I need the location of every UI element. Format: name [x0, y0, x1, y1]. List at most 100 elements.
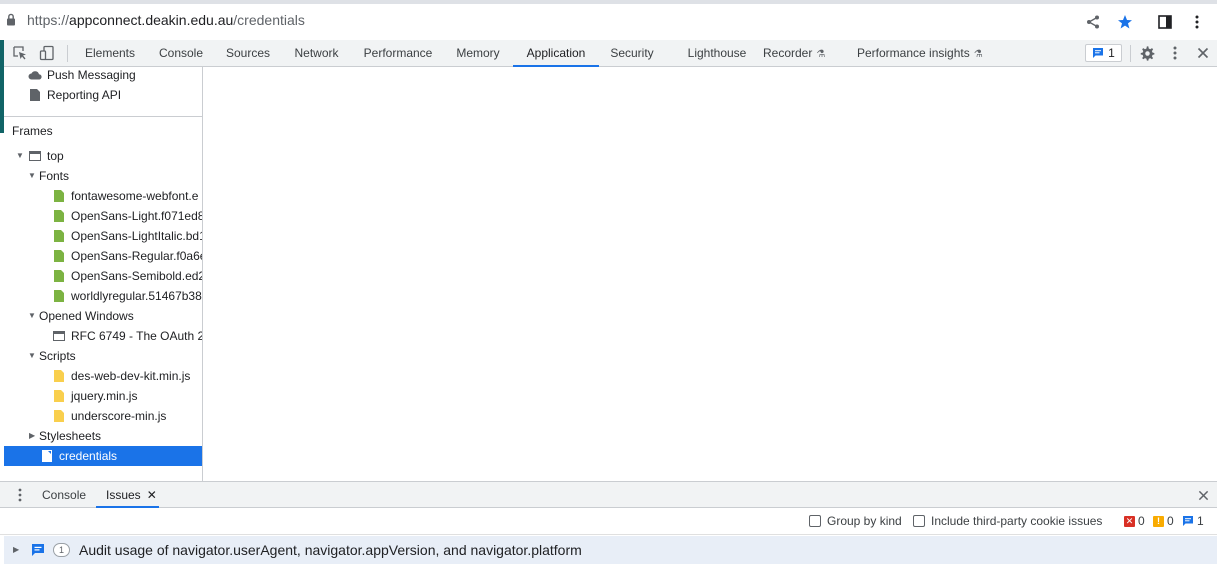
tree-item-label: OpenSans-Regular.f0a6e — [71, 249, 203, 263]
close-drawer-icon[interactable] — [1195, 487, 1211, 503]
tree-item-scripts[interactable]: ▼ Scripts — [4, 346, 202, 366]
warning-count[interactable]: ! 0 — [1153, 514, 1174, 528]
include-third-party-checkbox[interactable] — [913, 515, 925, 527]
group-by-kind-checkbox[interactable] — [809, 515, 821, 527]
include-third-party-label: Include third-party cookie issues — [931, 514, 1103, 528]
frame-icon — [28, 149, 42, 163]
tree-item-script[interactable]: underscore-min.js — [4, 406, 202, 426]
tab-recorder[interactable]: Recorder ⚗ — [763, 40, 839, 67]
tree-item-font[interactable]: worldlyregular.51467b38 — [4, 286, 202, 306]
url-path: /credentials — [233, 12, 305, 28]
tree-item-label: fontawesome-webfont.e — [71, 189, 199, 203]
drawer-menu-icon[interactable] — [12, 487, 28, 503]
error-count[interactable]: ✕ 0 — [1124, 514, 1145, 528]
tab-console[interactable]: Console — [151, 40, 211, 67]
drawer-tab-issues-label: Issues — [106, 488, 141, 502]
warning-count-value: 0 — [1167, 514, 1174, 528]
font-file-icon — [52, 189, 66, 203]
inspect-element-icon[interactable] — [11, 44, 29, 62]
close-tab-icon[interactable]: ✕ — [147, 488, 157, 502]
issues-toolbar: Group by kind Include third-party cookie… — [0, 508, 1217, 535]
expand-triangle-icon[interactable]: ▼ — [28, 346, 38, 366]
tree-item-top-frame[interactable]: ▼ top — [4, 146, 202, 166]
tree-item-label: Opened Windows — [39, 309, 134, 323]
collapsed-triangle-icon[interactable]: ▶ — [29, 426, 39, 446]
issue-title: Audit usage of navigator.userAgent, navi… — [79, 542, 582, 558]
sidebar-item-push-messaging[interactable]: Push Messaging — [4, 67, 202, 85]
tab-application[interactable]: Application — [513, 40, 599, 67]
url-host: appconnect.deakin.edu.au — [69, 12, 234, 28]
tree-item-label: RFC 6749 - The OAuth 2. — [71, 329, 203, 343]
browser-menu-icon[interactable] — [1185, 10, 1209, 34]
tab-security[interactable]: Security — [603, 40, 661, 67]
tree-item-window[interactable]: RFC 6749 - The OAuth 2. — [4, 326, 203, 346]
issues-counter-button[interactable]: 1 — [1085, 44, 1122, 62]
tree-item-opened-windows[interactable]: ▼ Opened Windows — [4, 306, 202, 326]
device-toolbar-icon[interactable] — [38, 44, 56, 62]
flask-icon: ⚗ — [973, 49, 983, 60]
url-text[interactable]: https://appconnect.deakin.edu.au/credent… — [27, 12, 305, 28]
tree-item-font[interactable]: fontawesome-webfont.e — [4, 186, 202, 206]
tree-item-font[interactable]: OpenSans-LightItalic.bd1 — [4, 226, 203, 246]
error-count-value: 0 — [1138, 514, 1145, 528]
issue-count-badge: 1 — [53, 543, 70, 557]
tree-item-label: worldlyregular.51467b38 — [71, 289, 202, 303]
tab-sources[interactable]: Sources — [219, 40, 277, 67]
message-icon — [32, 544, 44, 556]
tree-item-fonts[interactable]: ▼ Fonts — [4, 166, 202, 186]
info-count[interactable]: 1 — [1182, 514, 1204, 528]
tree-item-font[interactable]: OpenSans-Semibold.ed2 — [4, 266, 202, 286]
expand-triangle-icon[interactable]: ▶ — [13, 545, 19, 554]
toolbar-divider — [67, 45, 68, 62]
tab-performance-insights-label: Performance insights — [857, 46, 970, 60]
tree-item-label: credentials — [59, 449, 118, 463]
tree-item-label: OpenSans-Light.f071ed8 — [71, 209, 203, 223]
drawer-toolbar: Console Issues ✕ — [0, 481, 1217, 508]
tab-memory[interactable]: Memory — [448, 40, 508, 67]
font-file-icon — [52, 249, 66, 263]
tree-item-script[interactable]: jquery.min.js — [4, 386, 202, 406]
settings-gear-icon[interactable] — [1138, 44, 1156, 62]
bookmark-star-icon[interactable] — [1113, 10, 1137, 34]
font-file-icon — [52, 289, 66, 303]
tree-item-script[interactable]: des-web-dev-kit.min.js — [4, 366, 202, 386]
drawer-tab-console[interactable]: Console — [42, 482, 86, 508]
tab-performance-insights[interactable]: Performance insights ⚗ — [857, 40, 1002, 67]
script-file-icon — [52, 409, 66, 423]
tab-lighthouse[interactable]: Lighthouse — [679, 40, 755, 67]
tree-item-label: Stylesheets — [39, 429, 102, 443]
script-file-icon — [52, 389, 66, 403]
drawer-tab-issues[interactable]: Issues ✕ — [96, 482, 159, 508]
lock-icon — [7, 13, 15, 26]
close-devtools-icon[interactable] — [1194, 44, 1212, 62]
issues-count: 1 — [1108, 46, 1115, 60]
issue-row[interactable]: ▶ 1 Audit usage of navigator.userAgent, … — [4, 536, 1217, 564]
sidebar-item-label: Push Messaging — [47, 68, 136, 82]
tree-item-label: OpenSans-LightItalic.bd1 — [71, 229, 203, 243]
font-file-icon — [52, 209, 66, 223]
tree-item-stylesheets[interactable]: ▶ Stylesheets — [4, 426, 202, 446]
font-file-icon — [52, 229, 66, 243]
expand-triangle-icon[interactable]: ▼ — [28, 166, 38, 186]
expand-triangle-icon[interactable]: ▼ — [28, 306, 38, 326]
customize-menu-icon[interactable] — [1166, 44, 1184, 62]
sidebar-item-label: Reporting API — [47, 88, 122, 102]
flask-icon: ⚗ — [816, 49, 826, 60]
expand-triangle-icon[interactable]: ▼ — [16, 146, 26, 166]
tree-item-font[interactable]: OpenSans-Light.f071ed8 — [4, 206, 203, 226]
window-icon — [52, 329, 66, 343]
frames-section-title: Frames — [12, 124, 53, 138]
tree-item-font[interactable]: OpenSans-Regular.f0a6e — [4, 246, 203, 266]
tree-item-label: jquery.min.js — [71, 389, 138, 403]
error-icon: ✕ — [1124, 515, 1135, 527]
section-divider — [4, 116, 202, 117]
tab-elements[interactable]: Elements — [77, 40, 143, 67]
script-file-icon — [52, 369, 66, 383]
tab-network[interactable]: Network — [285, 40, 348, 67]
tab-performance[interactable]: Performance — [356, 40, 440, 67]
share-icon[interactable] — [1081, 10, 1105, 34]
tree-item-document-selected[interactable]: credentials — [4, 446, 202, 466]
address-bar[interactable]: https://appconnect.deakin.edu.au/credent… — [0, 0, 1217, 40]
side-panel-icon[interactable] — [1153, 10, 1177, 34]
sidebar-item-reporting-api[interactable]: Reporting API — [4, 85, 202, 105]
